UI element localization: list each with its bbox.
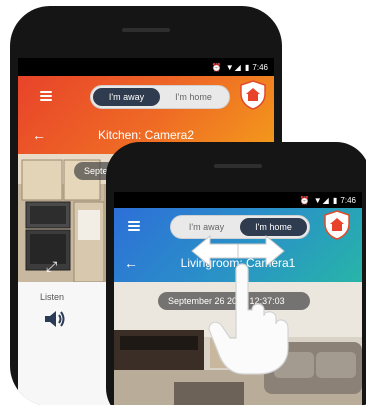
- shield-home-icon[interactable]: [324, 210, 350, 240]
- hand-gesture-icon: [208, 263, 289, 375]
- mode-toggle[interactable]: I'm away I'm home: [90, 85, 230, 109]
- camera-title: Kitchen: Camera2: [97, 128, 195, 142]
- status-icons: ⏰ ▼◢ ▮: [211, 62, 251, 72]
- listen-label: Listen: [40, 292, 65, 302]
- expand-icon[interactable]: ⤢: [46, 258, 57, 275]
- status-bar: ⏰ ▼◢ ▮ 7:46: [114, 192, 362, 208]
- status-time: 7:46: [340, 195, 356, 205]
- status-bar: ⏰ ▼◢ ▮ 7:46: [18, 58, 274, 76]
- status-icons: ⏰ ▼◢ ▮: [299, 195, 339, 205]
- back-arrow-icon[interactable]: ←: [32, 127, 46, 143]
- speaker-icon[interactable]: [44, 310, 66, 328]
- home-option[interactable]: I'm home: [160, 88, 227, 106]
- back-arrow-icon[interactable]: ←: [124, 255, 138, 271]
- earpiece: [214, 164, 262, 168]
- earpiece: [122, 28, 170, 32]
- away-option[interactable]: I'm away: [93, 88, 160, 106]
- menu-icon[interactable]: [40, 91, 52, 101]
- menu-icon[interactable]: [128, 221, 140, 231]
- status-time: 7:46: [252, 62, 268, 72]
- shield-home-icon[interactable]: [240, 80, 266, 110]
